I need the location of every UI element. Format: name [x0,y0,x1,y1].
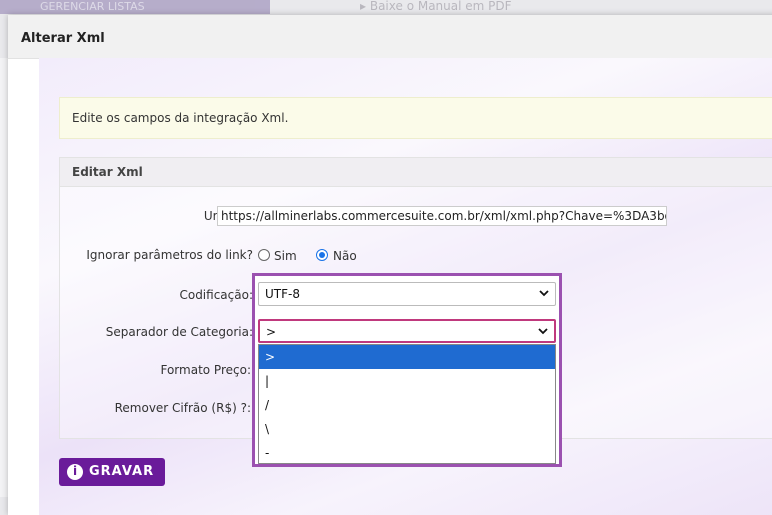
modal-header: Alterar Xml [8,15,772,59]
separator-dropdown-list: > | / \ - [258,344,556,464]
separator-option[interactable]: - [259,441,555,465]
info-text: Edite os campos da integração Xml. [72,111,289,125]
separator-select[interactable]: > [258,319,556,343]
separator-option[interactable]: | [259,369,555,393]
separator-label: Separador de Categoria: [105,325,253,339]
separator-select-value: > [266,325,277,339]
info-message: Edite os campos da integração Xml. [59,97,772,139]
separator-option[interactable]: \ [259,417,555,441]
remove-symbol-label: Remover Cifrão (R$) ?: [114,401,251,415]
encoding-select-value: UTF-8 [265,287,300,301]
encoding-label: Codificação: [179,288,253,302]
save-button-label: GRAVAR [89,464,155,479]
modal-title: Alterar Xml [21,31,105,46]
background-manual-link: ▸ Baixe o Manual em PDF [360,0,512,13]
background-nav-item: GERENCIAR LISTAS [0,0,270,14]
ignore-radio-nao-label: Não [333,249,357,263]
panel-title: Editar Xml [72,165,143,179]
chevron-down-icon [538,328,548,335]
panel-header: Editar Xml [60,158,772,187]
ignore-radio-nao[interactable] [316,249,328,261]
price-format-label: Formato Preço: [160,363,251,377]
encoding-select[interactable]: UTF-8 [258,282,556,306]
ignore-params-label: Ignorar parâmetros do link? [86,248,253,262]
info-icon [67,464,83,480]
separator-option[interactable]: > [259,345,555,369]
ignore-radio-sim-label: Sim [274,249,297,263]
separator-option[interactable]: / [259,393,555,417]
url-input[interactable]: https://allminerlabs.commercesuite.com.b… [217,206,667,226]
save-button[interactable]: GRAVAR [59,458,165,486]
ignore-radio-sim[interactable] [258,249,270,261]
chevron-down-icon [539,290,549,297]
